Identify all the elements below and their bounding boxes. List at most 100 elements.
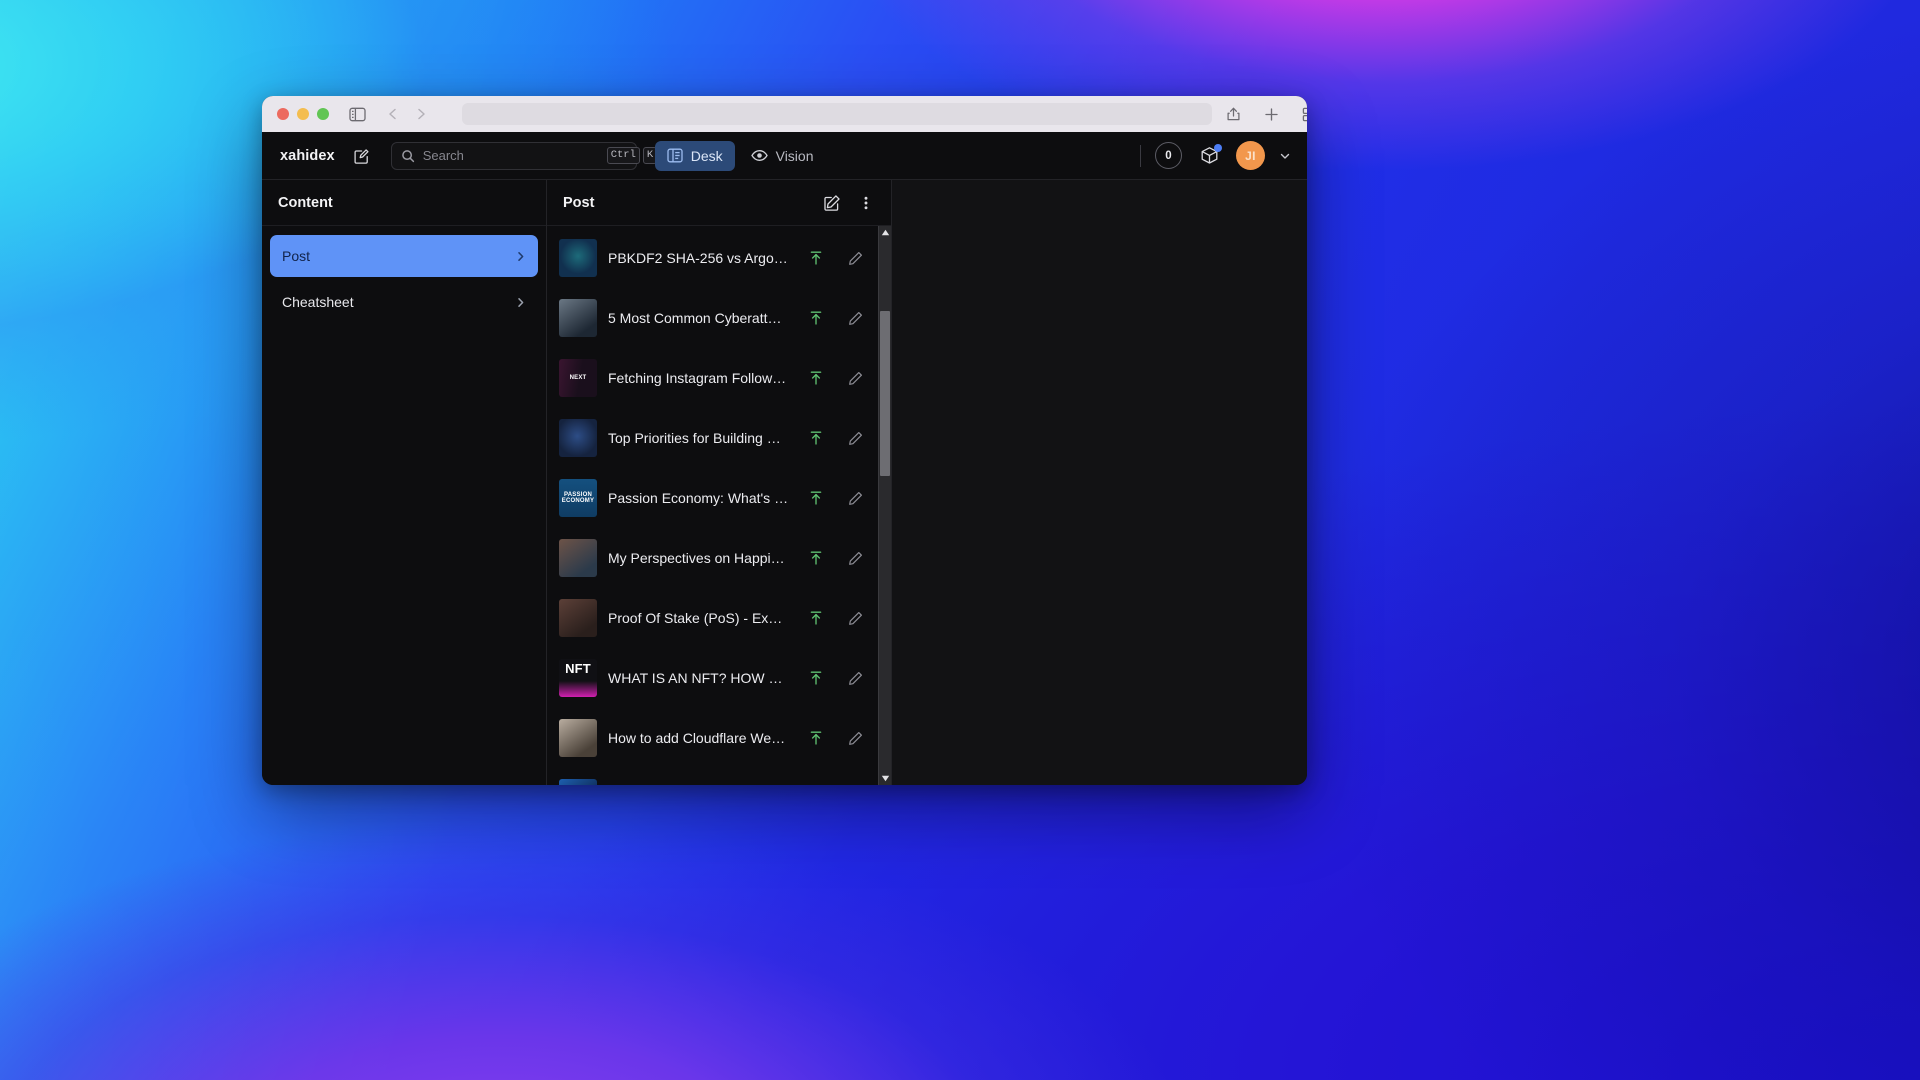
app-header: xahidex Ctrl K: [262, 132, 1307, 180]
post-thumbnail-label: NEXT: [569, 374, 587, 381]
edit-icon[interactable]: [845, 668, 865, 688]
sidebar-item-label: Post: [282, 248, 311, 264]
publish-icon[interactable]: [806, 728, 826, 748]
edit-icon[interactable]: [845, 248, 865, 268]
publish-icon[interactable]: [806, 308, 826, 328]
post-list-scroll-area: PBKDF2 SHA-256 vs Argo… 5 Most Common Cyb…: [547, 226, 891, 785]
post-list-item[interactable]: Top Priorities for Building …: [547, 408, 891, 468]
post-thumbnail: PASSION ECONOMY: [559, 479, 597, 517]
traffic-lights: [274, 108, 329, 120]
post-thumbnail: [559, 239, 597, 277]
scrollbar-track[interactable]: [879, 239, 891, 772]
package-icon[interactable]: [1196, 143, 1222, 169]
tab-desk-label: Desk: [690, 147, 723, 164]
minimize-window-button[interactable]: [297, 108, 309, 120]
post-list-item[interactable]: 5 Most Common Cyberatt…: [547, 288, 891, 348]
post-thumbnail: [559, 719, 597, 757]
tab-desk[interactable]: Desk: [654, 140, 735, 171]
package-notification-dot: [1214, 143, 1222, 152]
sidebar-toggle-icon[interactable]: [349, 103, 366, 125]
search-input[interactable]: [422, 148, 599, 163]
publish-icon[interactable]: [806, 248, 826, 268]
post-list-item[interactable]: Proof Of Stake (PoS) - Ex…: [547, 588, 891, 648]
sidebar-item-cheatsheet[interactable]: Cheatsheet: [270, 281, 538, 323]
url-address-bar[interactable]: [462, 103, 1212, 125]
more-options-icon[interactable]: [851, 188, 881, 218]
shortcut-modifier-key: Ctrl: [606, 147, 640, 164]
post-title: How to add Cloudflare We…: [608, 730, 786, 746]
compose-icon[interactable]: [349, 143, 375, 169]
publish-icon[interactable]: [806, 548, 826, 568]
post-thumbnail-label: NFT: [565, 661, 591, 676]
scroll-down-icon[interactable]: [879, 772, 891, 785]
browser-window: xahidex Ctrl K: [262, 96, 1307, 785]
publish-icon[interactable]: [806, 488, 826, 508]
post-thumbnail: [559, 299, 597, 337]
scrollbar-thumb[interactable]: [880, 311, 890, 476]
desk-panel-icon: [667, 148, 683, 163]
sidebar-items: Post Cheatsheet: [262, 226, 546, 327]
search-shortcut: Ctrl K: [606, 147, 658, 164]
post-list-item[interactable]: Digital Certificates and PK…: [547, 768, 891, 785]
chevron-down-icon[interactable]: [1279, 150, 1291, 162]
post-thumbnail: [559, 419, 597, 457]
post-list-items: PBKDF2 SHA-256 vs Argo… 5 Most Common Cyb…: [547, 226, 891, 785]
publish-icon[interactable]: [806, 368, 826, 388]
app-brand[interactable]: xahidex: [280, 148, 335, 164]
post-title: Proof Of Stake (PoS) - Ex…: [608, 610, 783, 626]
post-list-item[interactable]: How to add Cloudflare We…: [547, 708, 891, 768]
back-icon[interactable]: [382, 103, 404, 125]
view-tabs: Desk Vision: [654, 140, 826, 171]
post-list-item[interactable]: PASSION ECONOMY Passion Economy: What's …: [547, 468, 891, 528]
credits-badge[interactable]: 0: [1155, 142, 1182, 169]
publish-icon[interactable]: [806, 668, 826, 688]
browser-nav-buttons: [382, 103, 432, 125]
tab-vision-label: Vision: [775, 147, 814, 164]
post-list-item[interactable]: My Perspectives on Happi…: [547, 528, 891, 588]
header-right-actions: 0 JI: [1140, 141, 1293, 170]
post-title: Fetching Instagram Follow…: [608, 370, 787, 386]
new-post-icon[interactable]: [817, 188, 847, 218]
post-detail-pane: [892, 180, 1307, 785]
edit-icon[interactable]: [845, 728, 865, 748]
search-box[interactable]: Ctrl K: [390, 141, 658, 170]
post-list-header: Post: [547, 180, 891, 226]
sidebar-item-post[interactable]: Post: [270, 235, 538, 277]
chevron-right-icon: [514, 296, 527, 309]
post-list-scrollbar[interactable]: [878, 226, 891, 785]
post-thumbnail-label: PASSION ECONOMY: [561, 491, 595, 504]
tab-vision[interactable]: Vision: [739, 141, 826, 171]
edit-icon[interactable]: [845, 488, 865, 508]
post-list-item[interactable]: PBKDF2 SHA-256 vs Argo…: [547, 228, 891, 288]
forward-icon[interactable]: [410, 103, 432, 125]
edit-icon[interactable]: [845, 548, 865, 568]
post-list-title: Post: [563, 194, 595, 211]
avatar[interactable]: JI: [1236, 141, 1265, 170]
publish-icon[interactable]: [806, 608, 826, 628]
chevron-right-icon: [514, 250, 527, 263]
edit-icon[interactable]: [845, 608, 865, 628]
share-icon[interactable]: [1222, 103, 1244, 125]
scroll-up-icon[interactable]: [879, 226, 891, 239]
post-title: Passion Economy: What's …: [608, 490, 789, 506]
edit-icon[interactable]: [845, 428, 865, 448]
publish-icon[interactable]: [806, 428, 826, 448]
tab-overview-icon[interactable]: [1298, 103, 1307, 125]
post-thumbnail: [559, 599, 597, 637]
new-tab-icon[interactable]: [1260, 103, 1282, 125]
browser-titlebar: [262, 96, 1307, 132]
maximize-window-button[interactable]: [317, 108, 329, 120]
edit-icon[interactable]: [845, 308, 865, 328]
post-thumbnail: [559, 539, 597, 577]
app-body: Content Post Cheatsheet Post PBKDF2 SHA-…: [262, 180, 1307, 785]
post-thumbnail: NFT: [559, 659, 597, 697]
post-title: My Perspectives on Happi…: [608, 550, 785, 566]
post-list-item[interactable]: NFT WHAT IS AN NFT? HOW …: [547, 648, 891, 708]
content-sidebar: Content Post Cheatsheet: [262, 180, 547, 785]
post-thumbnail: NEXT: [559, 359, 597, 397]
post-title: PBKDF2 SHA-256 vs Argo…: [608, 250, 788, 266]
post-list-item[interactable]: NEXT Fetching Instagram Follow…: [547, 348, 891, 408]
close-window-button[interactable]: [277, 108, 289, 120]
search-icon: [401, 149, 415, 163]
edit-icon[interactable]: [845, 368, 865, 388]
